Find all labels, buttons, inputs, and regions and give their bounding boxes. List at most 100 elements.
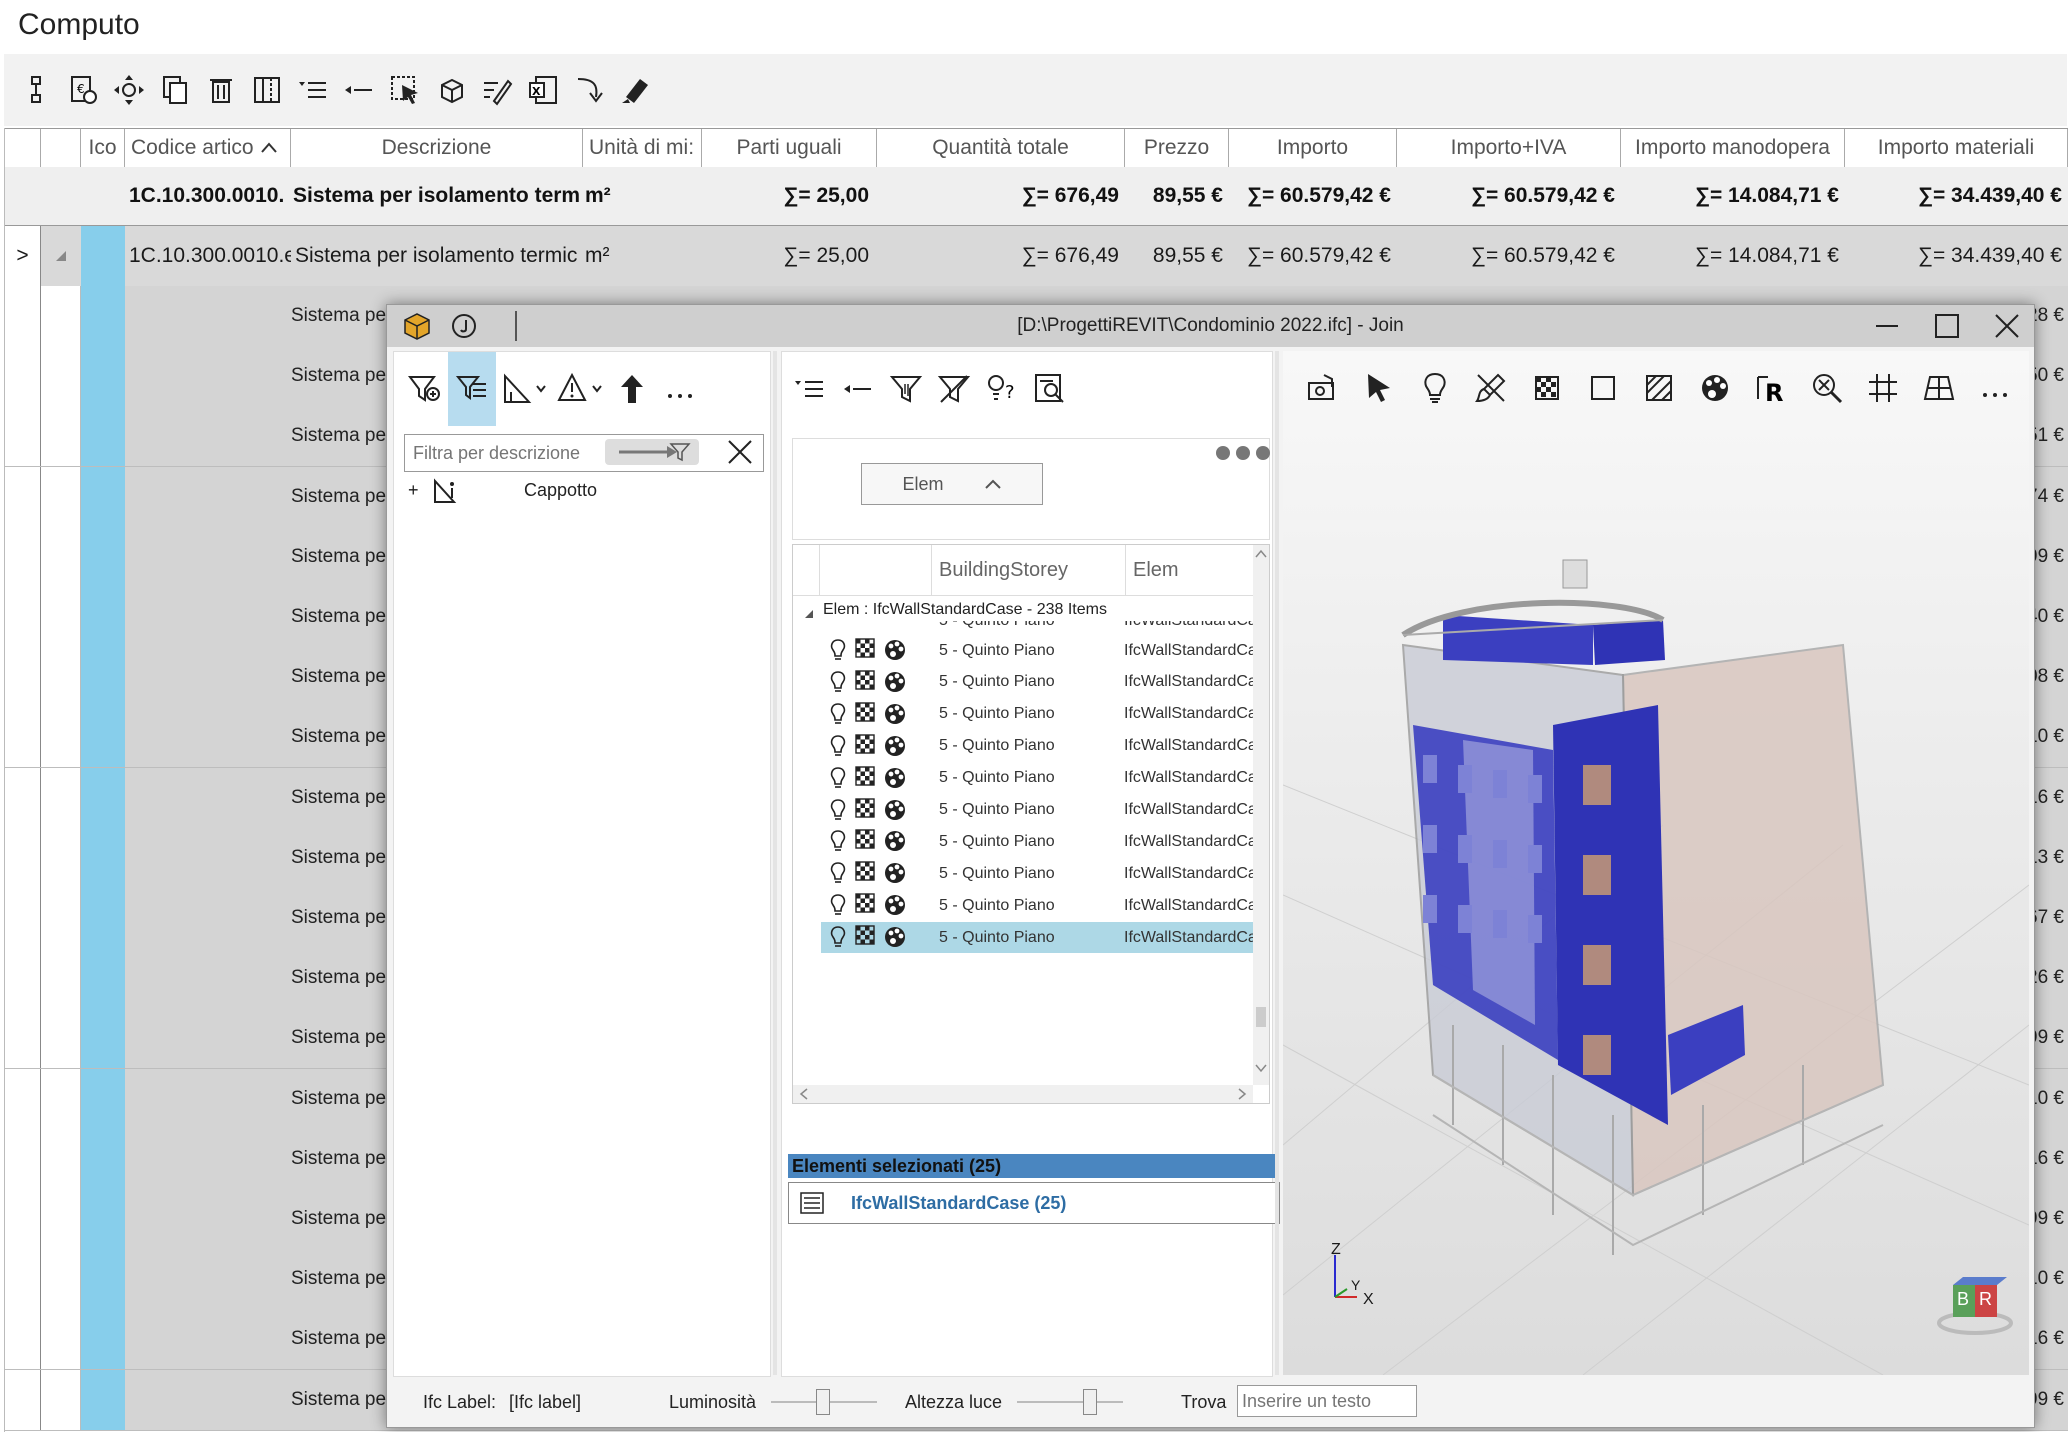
ifc-row[interactable]: 5 - Quinto Piano IfcWallStandardCa xyxy=(821,763,1254,794)
collapse-list-icon[interactable] xyxy=(336,67,382,113)
view-cube[interactable]: B R xyxy=(1933,1271,2023,1337)
ifc-row[interactable]: 5 - Quinto Piano IfcWallStandardCa xyxy=(821,858,1254,889)
zoom-fit-icon[interactable] xyxy=(1799,351,1855,425)
tree-expand-icon[interactable]: + xyxy=(408,480,419,501)
light-bulb-icon[interactable] xyxy=(1407,351,1463,425)
options-dots-icon[interactable] xyxy=(1215,443,1271,468)
row-selector[interactable] xyxy=(5,1369,41,1430)
row-selector[interactable] xyxy=(5,406,41,467)
perspective-grid-icon[interactable] xyxy=(1911,351,1967,425)
row-selector[interactable] xyxy=(5,827,41,888)
row-icons[interactable] xyxy=(829,765,907,790)
expand-list-icon[interactable] xyxy=(786,352,834,426)
brightness-slider[interactable] xyxy=(771,1379,877,1425)
row-icons[interactable] xyxy=(829,733,907,758)
row-selector[interactable] xyxy=(5,466,41,527)
move-icon[interactable] xyxy=(106,67,152,113)
tree-structure-icon[interactable] xyxy=(14,67,60,113)
row-selector[interactable] xyxy=(5,888,41,948)
row-selector[interactable] xyxy=(5,587,41,647)
group-collapse-icon[interactable] xyxy=(803,607,815,625)
header-unita[interactable]: Unità di mi: xyxy=(583,129,702,167)
grid-hash-icon[interactable] xyxy=(1855,351,1911,425)
slider-thumb[interactable] xyxy=(816,1389,831,1415)
group-chip-elem[interactable]: Elem xyxy=(861,463,1043,505)
row-icons[interactable] xyxy=(829,670,907,694)
ifc-row[interactable]: 5 - Quinto Piano IfcWallStandardCa xyxy=(821,922,1254,954)
header-ico[interactable]: Ico xyxy=(81,129,125,167)
remove-filter-icon[interactable] xyxy=(930,352,978,426)
header-materiali[interactable]: Importo materiali xyxy=(1845,129,2068,167)
header-descrizione[interactable]: Descrizione xyxy=(291,129,583,167)
bulb-question-icon[interactable]: ? xyxy=(978,352,1026,426)
row-selector[interactable] xyxy=(5,1189,41,1249)
row-selector[interactable] xyxy=(5,1068,41,1129)
measure-dropdown-icon[interactable] xyxy=(496,352,552,426)
columns-icon[interactable] xyxy=(244,67,290,113)
search-report-icon[interactable] xyxy=(1026,352,1074,426)
splitter-right[interactable] xyxy=(1275,351,1279,1375)
filter-input[interactable] xyxy=(411,435,611,471)
row-icons[interactable] xyxy=(829,893,907,917)
header-codice[interactable]: Codice artico xyxy=(125,129,291,167)
row-selector[interactable] xyxy=(5,1008,41,1069)
row-icons[interactable] xyxy=(829,925,907,949)
row-selector[interactable] xyxy=(5,286,41,346)
revit-r-icon[interactable]: R xyxy=(1743,351,1799,425)
header-importo-iva[interactable]: Importo+IVA xyxy=(1397,129,1621,167)
row-icons[interactable] xyxy=(829,702,907,726)
header-manodopera[interactable]: Importo manodopera xyxy=(1621,129,1845,167)
splitter-left[interactable] xyxy=(773,351,777,1375)
3d-box-icon[interactable] xyxy=(428,67,474,113)
row-expander[interactable]: > xyxy=(5,226,41,286)
add-filter-icon[interactable] xyxy=(400,352,448,426)
edit-pen-icon[interactable] xyxy=(474,67,520,113)
camera-view-icon[interactable] xyxy=(1295,351,1351,425)
copy-icon[interactable] xyxy=(152,67,198,113)
ifc-row[interactable]: 5 - Quinto Piano IfcWallStandardCa xyxy=(821,731,1254,762)
clear-filter-icon[interactable] xyxy=(723,437,757,467)
filter-lines-icon[interactable] xyxy=(882,352,930,426)
tree-item-cappotto[interactable]: Cappotto xyxy=(524,480,597,501)
delete-icon[interactable] xyxy=(198,67,244,113)
row-selector[interactable] xyxy=(5,526,41,587)
add-price-icon[interactable]: € xyxy=(60,67,106,113)
row-icons[interactable] xyxy=(829,829,907,853)
row-selector[interactable] xyxy=(5,948,41,1009)
ifc-row[interactable]: 5 - Quinto Piano IfcWallStandardCa xyxy=(821,699,1254,730)
selected-element-item[interactable]: IfcWallStandardCase (25) xyxy=(788,1182,1280,1224)
expand-list-icon[interactable] xyxy=(290,67,336,113)
more-icon[interactable] xyxy=(1967,351,2023,425)
palette-icon[interactable] xyxy=(1687,351,1743,425)
highlighter-icon[interactable] xyxy=(612,67,658,113)
row-icons[interactable] xyxy=(829,797,907,822)
ifc-row[interactable]: 5 - Quinto Piano IfcWallStandardCa xyxy=(821,635,1254,666)
row-selector[interactable] xyxy=(5,346,41,407)
ifc-row[interactable]: 5 - Quinto Piano IfcWallStandardCa xyxy=(821,826,1254,857)
row-selector[interactable] xyxy=(5,647,41,708)
brush-off-icon[interactable] xyxy=(1463,351,1519,425)
search-input[interactable] xyxy=(1237,1385,1417,1417)
close-icon[interactable] xyxy=(1977,305,2037,347)
import-arrow-icon[interactable] xyxy=(566,67,612,113)
more-icon[interactable] xyxy=(656,352,704,426)
row-selector[interactable] xyxy=(5,1128,41,1189)
maximize-icon[interactable] xyxy=(1917,305,1977,347)
window-titlebar[interactable]: [D:\ProgettiREVIT\Condominio 2022.ifc] -… xyxy=(387,305,2034,347)
filter-list-icon[interactable] xyxy=(448,352,496,426)
building-model[interactable] xyxy=(1283,425,2029,1375)
col-building-storey[interactable]: BuildingStorey xyxy=(939,545,1068,595)
select-arrow-icon[interactable] xyxy=(1351,351,1407,425)
select-cursor-icon[interactable] xyxy=(382,67,428,113)
hatch-icon[interactable] xyxy=(1631,351,1687,425)
slider-thumb[interactable] xyxy=(1082,1389,1097,1415)
row-selector[interactable] xyxy=(5,767,41,828)
header-quantita[interactable]: Quantità totale xyxy=(877,129,1125,167)
arrow-up-icon[interactable] xyxy=(608,352,656,426)
header-parti[interactable]: Parti uguali xyxy=(702,129,877,167)
minimize-icon[interactable] xyxy=(1857,305,1917,347)
row-selector[interactable] xyxy=(5,1309,41,1370)
funnel-icon[interactable] xyxy=(665,439,695,465)
3d-viewer[interactable]: R Z Y X B R xyxy=(1283,351,2029,1375)
row-icons[interactable] xyxy=(829,638,907,662)
